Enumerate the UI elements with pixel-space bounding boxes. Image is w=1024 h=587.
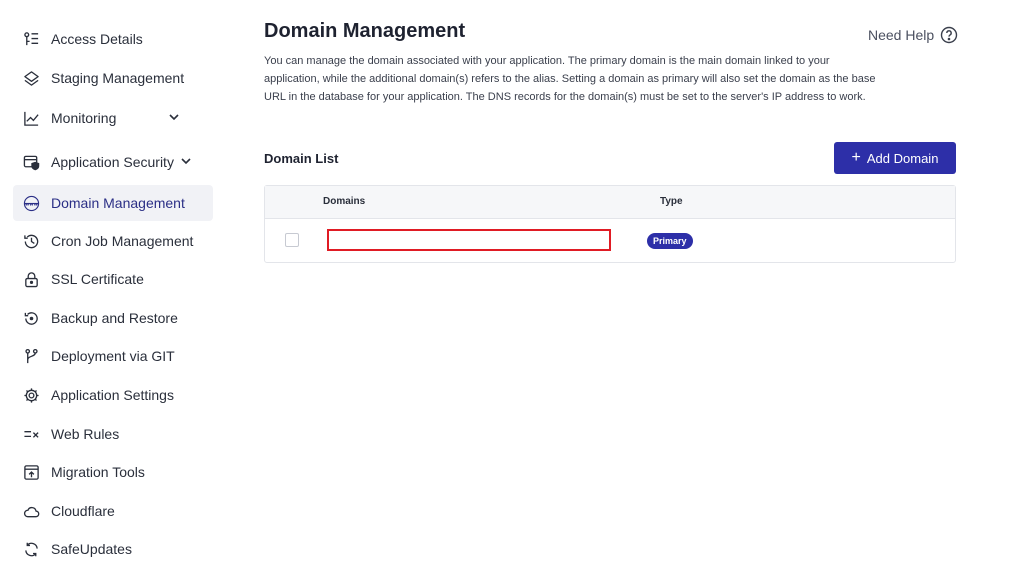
sidebar-item-backup-and-restore[interactable]: Backup and Restore	[13, 300, 213, 336]
layers-icon	[22, 69, 40, 87]
add-domain-label: Add Domain	[866, 150, 939, 166]
sidebar-item-label: Monitoring	[51, 110, 117, 126]
sidebar-item-label: Cron Job Management	[51, 233, 194, 249]
sidebar-item-label: SafeUpdates	[51, 541, 132, 557]
sidebar-item-application-security[interactable]: Application Security	[13, 144, 213, 180]
sidebar-item-deployment-via-git[interactable]: Deployment via GIT	[13, 338, 213, 374]
sidebar-item-migration-tools[interactable]: Migration Tools	[13, 454, 213, 490]
sidebar-item-domain-management[interactable]: www Domain Management	[13, 185, 213, 221]
sidebar: Access Details Staging Management Monito…	[0, 0, 222, 587]
sidebar-item-application-settings[interactable]: Application Settings	[13, 377, 213, 413]
shield-window-icon	[22, 153, 40, 171]
column-header-type[interactable]: Type	[660, 196, 683, 207]
table-header: Domains Type	[265, 186, 955, 219]
web-rules-icon	[22, 425, 40, 443]
sidebar-item-label: SSL Certificate	[51, 271, 144, 287]
primary-badge: Primary	[647, 233, 693, 249]
page-title: Domain Management	[264, 20, 466, 42]
access-details-icon	[22, 30, 40, 48]
sidebar-item-ssl-certificate[interactable]: SSL Certificate	[13, 261, 213, 297]
sidebar-item-label: Access Details	[51, 31, 143, 47]
domain-list-title: Domain List	[264, 151, 339, 166]
sidebar-item-web-rules[interactable]: Web Rules	[13, 416, 213, 452]
sidebar-item-cloudflare[interactable]: Cloudflare	[13, 493, 213, 529]
sidebar-item-label: Deployment via GIT	[51, 348, 175, 364]
sidebar-item-label: Backup and Restore	[51, 310, 178, 326]
sidebar-item-monitoring[interactable]: Monitoring	[13, 100, 213, 136]
lock-icon	[22, 270, 40, 288]
sidebar-item-label: Web Rules	[51, 426, 120, 442]
restore-icon	[22, 309, 40, 327]
svg-text:www: www	[24, 202, 38, 207]
sidebar-item-staging-management[interactable]: Staging Management	[13, 60, 213, 96]
sidebar-item-label: Domain Management	[51, 195, 185, 211]
table-row[interactable]: Primary	[265, 219, 955, 262]
sidebar-item-label: Application Security	[51, 154, 174, 170]
chart-line-icon	[22, 109, 40, 127]
sidebar-item-label: Application Settings	[51, 387, 174, 403]
sidebar-item-access-details[interactable]: Access Details	[13, 21, 213, 57]
domain-name-redacted	[327, 229, 611, 251]
page-description: You can manage the domain associated wit…	[264, 55, 876, 103]
need-help-label: Need Help	[868, 27, 935, 43]
chevron-down-icon[interactable]	[180, 155, 194, 169]
need-help-link[interactable]: Need Help	[868, 26, 958, 44]
clock-history-icon	[22, 232, 40, 250]
add-domain-button[interactable]: + Add Domain	[834, 142, 956, 174]
plus-icon: +	[851, 149, 861, 166]
sidebar-item-cron-job-management[interactable]: Cron Job Management	[13, 223, 213, 259]
sidebar-item-label: Cloudflare	[51, 503, 115, 519]
sidebar-item-label: Staging Management	[51, 70, 185, 86]
www-globe-icon: www	[22, 194, 40, 212]
sidebar-item-safeupdates[interactable]: SafeUpdates	[13, 531, 213, 567]
row-checkbox[interactable]	[285, 233, 299, 247]
refresh-icon	[22, 540, 40, 558]
column-header-domains[interactable]: Domains	[323, 196, 365, 207]
chevron-down-icon[interactable]	[168, 111, 182, 125]
sidebar-item-label: Migration Tools	[51, 464, 145, 480]
gear-icon	[22, 386, 40, 404]
domain-table: Domains Type Primary	[264, 185, 956, 263]
question-circle-icon	[940, 26, 958, 44]
git-branch-icon	[22, 347, 40, 365]
migration-icon	[22, 463, 40, 481]
cloud-icon	[22, 502, 40, 520]
